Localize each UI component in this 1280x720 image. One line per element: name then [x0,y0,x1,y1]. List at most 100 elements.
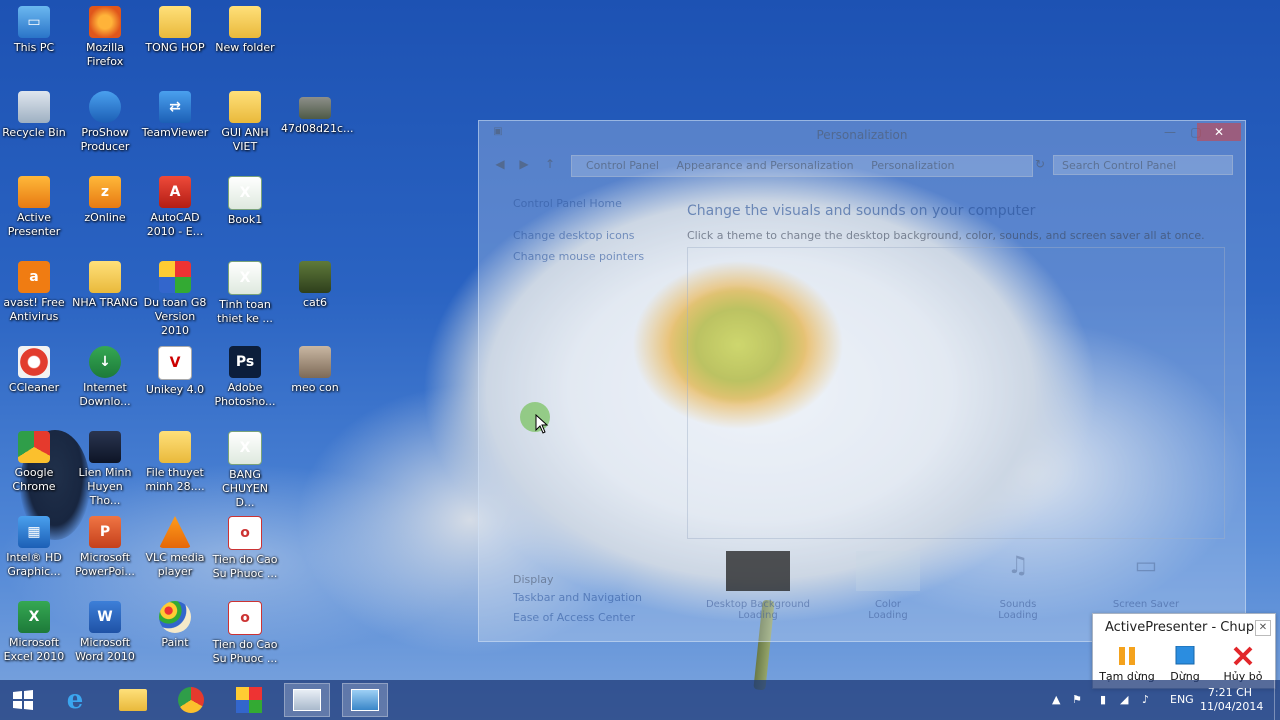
desktop-icon-unikey[interactable]: V Unikey 4.0 [141,340,209,397]
idm-icon: ↓ [89,346,121,378]
desktop-icon-chrome[interactable]: Google Chrome [0,425,68,494]
desktop-icon-paint[interactable]: Paint [141,595,209,650]
address-row: ◀ ▶ ↑ Control Panel Appearance and Perso… [487,153,1237,177]
desktop-icon-meo-con[interactable]: meo con [281,340,349,395]
see-also-taskbar[interactable]: Taskbar and Navigation [513,591,642,604]
side-link-desktop-icons[interactable]: Change desktop icons [513,229,635,242]
pause-button[interactable]: Tạm dừng [1097,644,1157,683]
desktop-icon-teamviewer[interactable]: ⇄ TeamViewer [141,85,209,140]
desktop-background-item[interactable]: Desktop Background Loading [703,551,813,621]
screen-saver-item[interactable]: ▭ Screen Saver [1091,551,1201,610]
cancel-button[interactable]: Hủy bỏ [1213,644,1273,683]
office-file-icon: o [228,601,262,635]
personalization-window[interactable]: Personalization ▣ — ▢ ✕ ◀ ▶ ↑ Control Pa… [478,120,1246,642]
desktop-icon-intel-hd[interactable]: ▦ Intel® HD Graphic... [0,510,68,579]
back-icon[interactable]: ◀ [487,155,513,173]
desktop-icon-powerpoint[interactable]: P Microsoft PowerPoi... [71,510,139,579]
breadcrumb-appearance[interactable]: Appearance and Personalization [676,159,853,172]
word-icon: W [89,601,121,633]
firefox-icon [89,6,121,38]
minimize-button[interactable]: — [1157,123,1183,141]
action-center-flag-icon[interactable]: ⚑ [1072,680,1082,720]
forward-icon[interactable]: ▶ [511,155,537,173]
taskbar-file-explorer[interactable] [110,683,156,717]
desktop-icon-autocad[interactable]: A AutoCAD 2010 - E... [141,170,209,239]
desktop-icon-tien-do-1[interactable]: o Tien do Cao Su Phuoc ... [211,510,279,581]
desktop-icon-zonline[interactable]: z zOnline [71,170,139,225]
close-button[interactable]: ✕ [1197,123,1241,141]
activepresenter-panel[interactable]: ActivePresenter - Chup ✕ Tạm dừng Dừng H… [1092,613,1276,689]
taskbar: e ▲ ⚑ ▮ ◢ ♪ ENG 7:21 CH 11/04/2014 [0,680,1280,720]
desktop-icon-vlc[interactable]: VLC media player [141,510,209,579]
desktop-icon-lien-minh[interactable]: Lien Minh Huyen Tho... [71,425,139,508]
desktop-icon-tong-hop[interactable]: TONG HOP [141,0,209,55]
folder-icon [229,6,261,38]
taskbar-chrome[interactable] [168,683,214,717]
see-also-ease-of-access[interactable]: Ease of Access Center [513,611,635,624]
show-desktop-button[interactable] [1274,680,1280,720]
search-input[interactable]: Search Control Panel [1053,155,1233,175]
image-file-icon [299,261,331,293]
zonline-icon: z [89,176,121,208]
side-link-control-panel-home[interactable]: Control Panel Home [513,197,622,210]
volume-icon[interactable]: ♪ [1142,680,1149,720]
computer-icon: ▭ [18,6,50,38]
start-button[interactable] [0,683,46,717]
desktop-icon-file-thuyet-minh[interactable]: File thuyet minh 28.... [141,425,209,494]
paint-icon [159,601,191,633]
chrome-icon [178,687,204,713]
clock-time: 7:21 CH [1207,686,1253,699]
desktop-icon-nha-trang[interactable]: NHA TRANG [71,255,139,310]
desktop-icon-47d08d21c[interactable]: 47d08d21c... [281,85,354,136]
sounds-item[interactable]: ♫ Sounds Loading [963,551,1073,621]
themes-panel[interactable] [687,247,1225,539]
excel-file-icon: X [228,176,262,210]
desktop-icon-firefox[interactable]: Mozilla Firefox [71,0,139,69]
desktop-icon-new-folder[interactable]: New folder [211,0,279,55]
desktop-icon-word[interactable]: W Microsoft Word 2010 [71,595,139,664]
desktop-icon-recycle-bin[interactable]: Recycle Bin [0,85,68,140]
desktop-icon-cat6[interactable]: cat6 [281,255,349,310]
side-link-mouse-pointers[interactable]: Change mouse pointers [513,250,644,263]
taskbar-clock[interactable]: 7:21 CH 11/04/2014 [1200,686,1263,714]
desktop-icon-ccleaner[interactable]: CCleaner [0,340,68,395]
see-also-display[interactable]: Display [513,573,554,586]
address-bar[interactable]: Control Panel Appearance and Personaliza… [571,155,1033,177]
office-file-icon: o [228,516,262,550]
desktop-icon-tien-do-2[interactable]: o Tien do Cao Su Phuoc ... [211,595,279,666]
network-icon[interactable]: ◢ [1120,680,1128,720]
chrome-icon [18,431,50,463]
color-item[interactable]: Color Loading [833,551,943,621]
desktop-icon-gui-anh-viet[interactable]: GUI ANH VIET [211,85,279,154]
desktop-icon-excel[interactable]: X Microsoft Excel 2010 [0,595,68,664]
up-icon[interactable]: ↑ [537,155,563,173]
desktop-icon-tinh-toan[interactable]: X Tinh toan thiet ke ... [211,255,279,326]
desktop: ▭ This PC Mozilla Firefox TONG HOP New fo… [0,0,1280,720]
teamviewer-icon: ⇄ [159,91,191,123]
taskbar-control-panel[interactable] [342,683,388,717]
desktop-icon-avast[interactable]: a avast! Free Antivirus [0,255,68,324]
stop-button[interactable]: Dừng [1155,644,1215,683]
breadcrumb-control-panel[interactable]: Control Panel [586,159,659,172]
dutoan-icon [236,687,262,713]
desktop-icon-du-toan[interactable]: Du toan G8 Version 2010 [141,255,209,338]
show-hidden-icons[interactable]: ▲ [1052,680,1060,720]
desktop-icon-active-presenter[interactable]: Active Presenter [0,170,68,239]
desktop-icon-bang-chuyen[interactable]: X BANG CHUYEN D... [211,425,279,510]
battery-icon[interactable]: ▮ [1100,680,1106,720]
close-icon[interactable]: ✕ [1255,620,1271,636]
breadcrumb-personalization[interactable]: Personalization [871,159,954,172]
taskbar-internet-explorer[interactable]: e [52,683,98,717]
taskbar-photos[interactable] [284,683,330,717]
taskbar-dutoan[interactable] [226,683,272,717]
background-thumbnail [726,551,790,591]
page-subheading: Click a theme to change the desktop back… [687,229,1205,242]
desktop-icon-idm[interactable]: ↓ Internet Downlo... [71,340,139,409]
refresh-icon[interactable]: ↻ [1027,155,1053,173]
desktop-icon-this-pc[interactable]: ▭ This PC [0,0,68,55]
language-indicator[interactable]: ENG [1170,680,1194,720]
ccleaner-icon [18,346,50,378]
desktop-icon-photoshop[interactable]: Ps Adobe Photosho... [211,340,279,409]
desktop-icon-book1[interactable]: X Book1 [211,170,279,227]
desktop-icon-proshow[interactable]: ProShow Producer [71,85,139,154]
